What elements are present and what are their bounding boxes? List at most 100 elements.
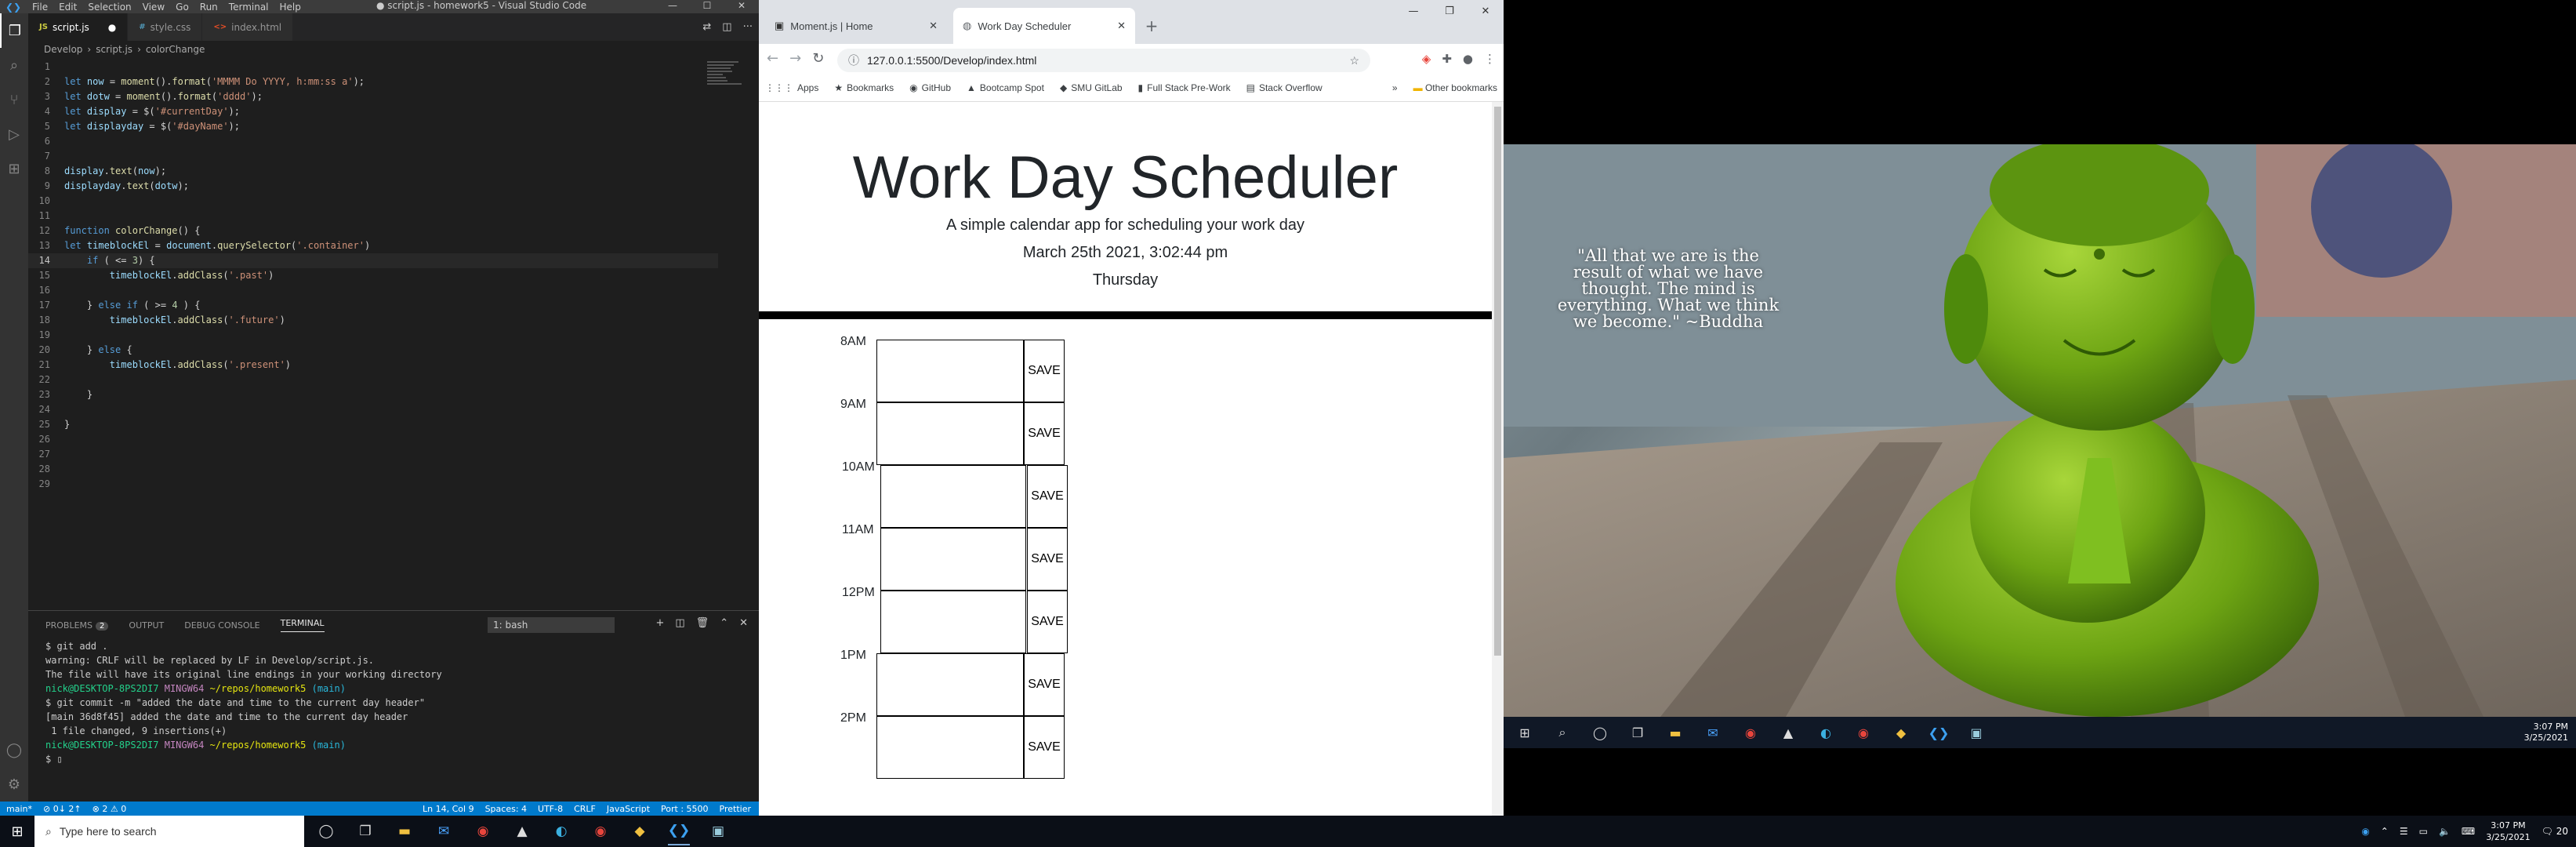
back-icon[interactable]: ←	[767, 50, 778, 67]
account-icon[interactable]: ◯	[0, 732, 28, 767]
mail-icon[interactable]: ✉	[1703, 722, 1723, 743]
status-item[interactable]: UTF-8	[538, 804, 563, 814]
address-bar[interactable]: ⓘ 127.0.0.1:5500/Develop/index.html ☆	[837, 49, 1370, 72]
bookmark-item[interactable]: ◆ SMU GitLab	[1060, 82, 1123, 93]
show-hidden-icons-icon[interactable]: ⌃	[2381, 826, 2389, 837]
windows-start-icon[interactable]: ⊞	[1515, 722, 1535, 743]
timeblock-textarea[interactable]	[880, 465, 1026, 528]
menu-item-help[interactable]: Help	[274, 2, 307, 13]
remote-clock[interactable]: 3:07 PM 3/25/2021	[2524, 722, 2576, 743]
save-button[interactable]: SAVE	[1027, 591, 1068, 653]
code-line[interactable]: 27	[28, 447, 718, 462]
reload-icon[interactable]: ↻	[812, 50, 824, 67]
close-tab-icon[interactable]: ✕	[929, 20, 938, 32]
menu-item-go[interactable]: Go	[170, 2, 194, 13]
status-item[interactable]: Port : 5500	[661, 804, 709, 814]
save-button[interactable]: SAVE	[1024, 716, 1065, 779]
save-button[interactable]: SAVE	[1024, 402, 1065, 465]
browser-tab-moment[interactable]: ▣ Moment.js | Home ✕	[765, 8, 947, 44]
timeblock-textarea[interactable]	[880, 528, 1026, 591]
menu-item-selection[interactable]: Selection	[82, 2, 136, 13]
minimap[interactable]	[707, 60, 754, 107]
timeblock-textarea[interactable]	[880, 591, 1026, 653]
timeblock-textarea[interactable]	[876, 653, 1024, 716]
code-line[interactable]: 6	[28, 134, 718, 149]
timeblock-textarea[interactable]	[876, 716, 1024, 779]
status-item[interactable]: CRLF	[574, 804, 596, 814]
panel-tab-output[interactable]: OUTPUT	[129, 620, 164, 631]
split-terminal-icon[interactable]: ◫	[675, 617, 684, 629]
code-line[interactable]: 5 let displayday = $('#dayName');	[28, 119, 718, 134]
file-explorer-icon[interactable]: ▬	[1665, 722, 1685, 743]
breadcrumb-item[interactable]: colorChange	[146, 44, 205, 55]
notification-center-icon[interactable]: 🗨 20	[2542, 826, 2568, 837]
code-line[interactable]: 28	[28, 462, 718, 477]
code-line[interactable]: 1	[28, 60, 718, 75]
chrome-icon[interactable]: ◉	[1740, 722, 1761, 743]
bookmark-item[interactable]: ★ Bookmarks	[834, 82, 894, 93]
windows-start-icon[interactable]: ⊞	[0, 816, 34, 847]
menu-item-edit[interactable]: Edit	[53, 2, 82, 13]
status-item[interactable]: Ln 14, Col 9	[423, 804, 474, 814]
vscode-taskbar-icon[interactable]: ❮❯	[1928, 722, 1950, 743]
menu-item-run[interactable]: Run	[194, 2, 223, 13]
editor-tab[interactable]: <> index.html	[202, 13, 294, 41]
app-icon[interactable]: ▲	[1778, 722, 1798, 743]
app-icon[interactable]: ▲	[511, 817, 533, 845]
code-line[interactable]: 8 display.text(now);	[28, 164, 718, 179]
cortana-icon[interactable]: ◯	[1590, 722, 1610, 743]
chrome-menu-icon[interactable]: ⋮	[1484, 52, 1496, 66]
edge-icon[interactable]: ◐	[550, 817, 572, 845]
terminal-select[interactable]: 1: bash	[488, 617, 615, 633]
timeblock-textarea[interactable]	[876, 340, 1024, 402]
settings-gear-icon[interactable]: ⚙	[0, 767, 28, 802]
source-control-icon[interactable]: ⑂	[0, 82, 28, 117]
code-line[interactable]: 3 let dotw = moment().format('dddd');	[28, 89, 718, 104]
app-icon[interactable]: ▣	[1966, 722, 1986, 743]
timeblock-textarea[interactable]	[876, 402, 1024, 465]
editor-tab[interactable]: JS script.js ●	[28, 13, 129, 41]
status-item[interactable]: Spaces: 4	[485, 804, 527, 814]
edge-icon[interactable]: ◐	[1816, 722, 1836, 743]
status-item[interactable]: Prettier	[720, 804, 751, 814]
code-line[interactable]: 14 if ( <= 3) {	[28, 253, 718, 268]
maximize-panel-icon[interactable]: ⌃	[720, 617, 728, 629]
code-line[interactable]: 20 } else {	[28, 343, 718, 358]
more-actions-icon[interactable]: ···	[743, 21, 753, 33]
code-line[interactable]: 12 function colorChange() {	[28, 224, 718, 238]
restore-icon[interactable]: ❐	[1431, 0, 1468, 24]
tray-app-icon[interactable]: ◉	[2361, 826, 2369, 837]
bookmark-item[interactable]: ◉ GitHub	[909, 82, 951, 93]
save-button[interactable]: SAVE	[1024, 653, 1065, 716]
code-line[interactable]: 22	[28, 373, 718, 387]
code-line[interactable]: 15 timeblockEl.addClass('.past')	[28, 268, 718, 283]
code-line[interactable]: 24	[28, 402, 718, 417]
code-line[interactable]: 9 displayday.text(dotw);	[28, 179, 718, 194]
chrome-icon[interactable]: ◉	[472, 817, 494, 845]
status-problems[interactable]: ⊗ 2 ⚠ 0	[93, 804, 127, 814]
code-line[interactable]: 7	[28, 149, 718, 164]
other-bookmarks[interactable]: ▬ Other bookmarks	[1413, 82, 1497, 93]
breadcrumb-item[interactable]: script.js	[96, 44, 132, 55]
code-line[interactable]: 25}	[28, 417, 718, 432]
minimize-icon[interactable]: —	[1395, 0, 1431, 24]
bookmark-item[interactable]: ▤ Stack Overflow	[1246, 82, 1322, 93]
menu-item-file[interactable]: File	[27, 2, 53, 13]
code-line[interactable]: 21 timeblockEl.addClass('.present')	[28, 358, 718, 373]
volume-icon[interactable]: 🔈	[2439, 826, 2451, 837]
status-sync[interactable]: ⊘ 0↓ 2↑	[43, 804, 82, 814]
new-terminal-icon[interactable]: +	[655, 617, 664, 629]
search-icon[interactable]: ⌕	[0, 48, 28, 82]
profile-avatar[interactable]: ●	[1463, 52, 1473, 66]
page-scrollbar[interactable]	[1492, 102, 1504, 816]
bookmark-star-icon[interactable]: ☆	[1349, 54, 1359, 67]
open-changes-icon[interactable]: ⇄	[702, 21, 711, 33]
code-line[interactable]: 23 }	[28, 387, 718, 402]
panel-tab-problems[interactable]: PROBLEMS 2	[45, 620, 109, 631]
app-icon[interactable]: ◆	[1891, 722, 1911, 743]
code-line[interactable]: 2 let now = moment().format('MMMM Do YYYY…	[28, 75, 718, 89]
save-button[interactable]: SAVE	[1027, 465, 1068, 528]
code-line[interactable]: 19	[28, 328, 718, 343]
code-editor[interactable]: 1 2 let now = moment().format('MMMM Do YYY…	[28, 60, 718, 609]
task-view-icon[interactable]: ❐	[354, 817, 376, 845]
